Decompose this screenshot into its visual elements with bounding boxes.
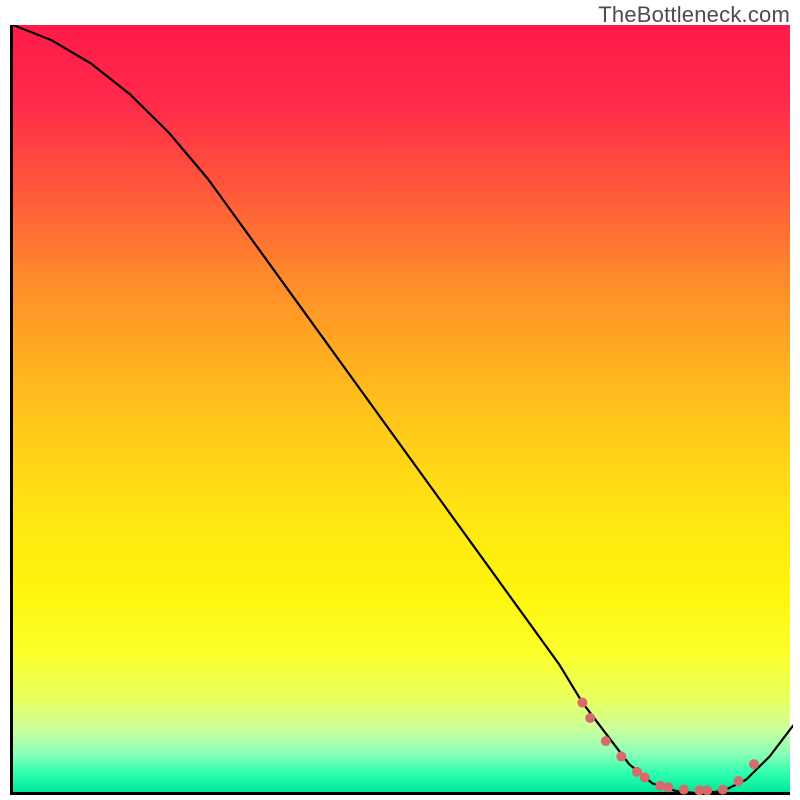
highlight-point xyxy=(694,785,704,795)
highlight-point xyxy=(718,785,728,795)
highlight-point xyxy=(577,698,587,708)
highlight-point xyxy=(601,736,611,746)
highlight-point xyxy=(733,776,743,786)
highlight-point xyxy=(655,781,665,791)
highlight-point xyxy=(616,752,626,762)
curve-svg xyxy=(13,25,793,795)
plot-area xyxy=(10,25,790,795)
highlight-point xyxy=(663,782,673,792)
highlight-point xyxy=(679,785,689,795)
chart-stage: TheBottleneck.com xyxy=(0,0,800,800)
highlight-point xyxy=(702,785,712,795)
marker-group xyxy=(577,698,759,795)
bottleneck-curve-path xyxy=(13,25,793,794)
highlight-point xyxy=(749,759,759,769)
highlight-point xyxy=(640,772,650,782)
highlight-point xyxy=(585,713,595,723)
highlight-point xyxy=(632,767,642,777)
